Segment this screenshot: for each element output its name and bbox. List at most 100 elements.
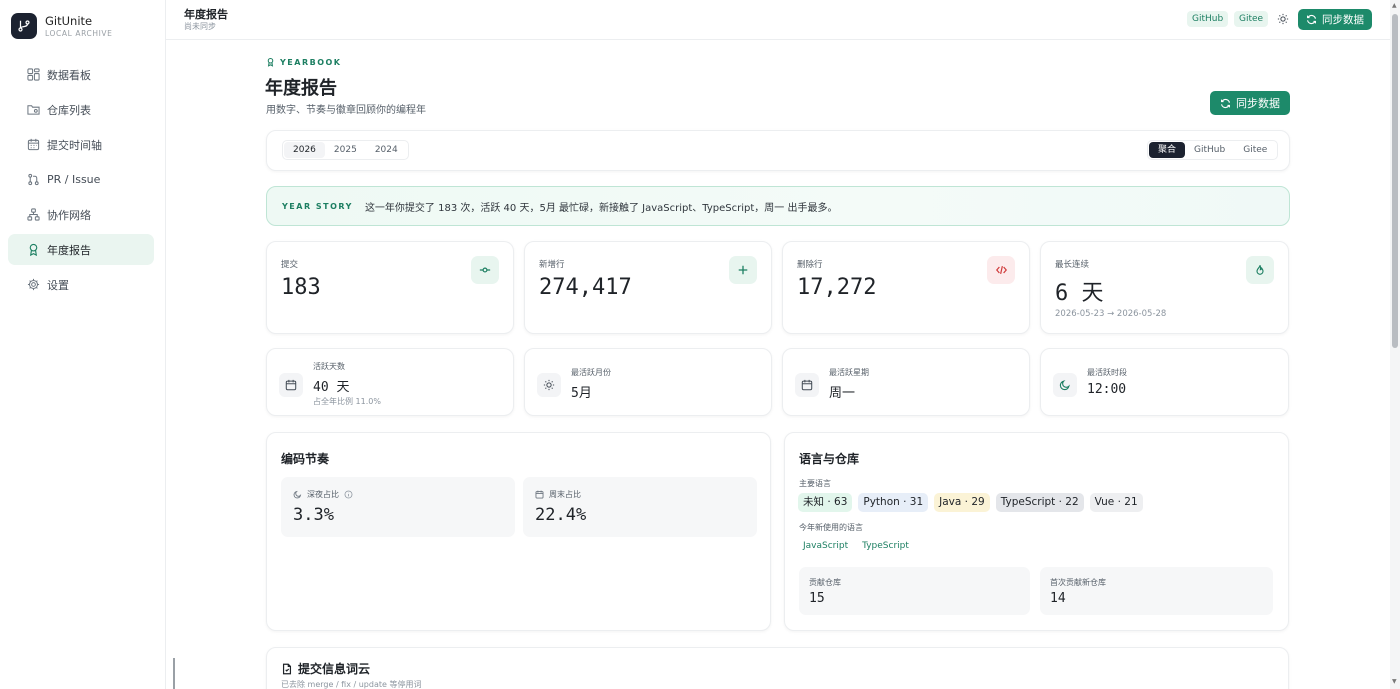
mini-stat-value: 12:00	[1087, 382, 1127, 397]
sync-button[interactable]: 同步数据	[1210, 91, 1290, 115]
source-option[interactable]: Gitee	[1234, 142, 1276, 158]
stat-card-streak: 最长连续 6 天 2026-05-23 → 2026-05-28	[1040, 241, 1289, 334]
plus-icon	[729, 256, 757, 284]
folder-icon	[26, 103, 40, 117]
info-icon[interactable]	[344, 490, 353, 499]
sidebar-item-label: 年度报告	[47, 243, 91, 257]
dashboard-icon	[26, 68, 40, 82]
calendar-icon	[279, 373, 303, 397]
repo-stat-value: 14	[1050, 591, 1066, 606]
app-subtitle: LOCAL ARCHIVE	[45, 28, 113, 38]
moon-icon	[293, 490, 302, 499]
language-chip: Java · 29	[934, 493, 990, 512]
mini-stat-value: 5月	[571, 386, 592, 401]
document-icon	[281, 663, 293, 675]
sidebar-scrollbar[interactable]	[173, 658, 175, 689]
git-branch-logo-icon	[11, 13, 37, 39]
repo-stat-value: 15	[809, 591, 825, 606]
section-title: 语言与仓库	[799, 452, 860, 466]
source-option[interactable]: 聚合	[1149, 142, 1186, 158]
year-option[interactable]: 2024	[366, 142, 407, 158]
metric-late-night: 深夜占比 3.3%	[281, 477, 515, 537]
stat-label: 提交	[281, 260, 299, 270]
mini-stat-label: 最活跃星期	[829, 368, 869, 377]
network-icon	[26, 208, 40, 222]
scroll-up-icon[interactable]: ▲	[1392, 2, 1397, 9]
sidebar-item-timeline[interactable]: 提交时间轴	[8, 129, 154, 160]
new-languages-list: JavaScript TypeScript	[798, 538, 914, 554]
mini-stat-foot: 占全年比例 11.0%	[313, 397, 381, 406]
refresh-icon	[1306, 14, 1317, 25]
sidebar-item-settings[interactable]: 设置	[8, 269, 154, 300]
award-icon	[26, 243, 40, 257]
sidebar-item-label: PR / Issue	[47, 173, 101, 186]
word-cloud-title-label: 提交信息词云	[298, 662, 371, 676]
stat-value: 17,272	[797, 275, 877, 300]
stat-label: 最长连续	[1055, 260, 1090, 270]
main-languages-list: 未知 · 63 Python · 31 Java · 29 TypeScript…	[798, 493, 1143, 512]
brand[interactable]: GitUnite LOCAL ARCHIVE	[11, 13, 112, 39]
topbar-sync-button[interactable]: 同步数据	[1298, 9, 1372, 30]
year-selector: 2026 2025 2024	[282, 140, 409, 160]
stat-card-commits: 提交 183	[266, 241, 514, 334]
section-title: 编码节奏	[281, 452, 330, 466]
stat-card-additions: 新增行 274,417	[524, 241, 772, 334]
page-scrollbar[interactable]: ▲ ▼	[1390, 0, 1400, 689]
sidebar-item-yearbook[interactable]: 年度报告	[8, 234, 154, 265]
mini-stat-label: 最活跃月份	[571, 368, 611, 377]
metric-value: 22.4%	[535, 505, 587, 525]
gitee-chip[interactable]: Gitee	[1234, 11, 1269, 27]
mini-stat-active-days: 活跃天数 40 天 占全年比例 11.0%	[266, 348, 514, 416]
story-tag: YEAR STORY	[282, 201, 353, 211]
gear-icon	[26, 278, 40, 292]
sync-label: 同步数据	[1236, 97, 1280, 110]
word-cloud-subtitle: 已去除 merge / fix / update 等停用词	[281, 680, 422, 689]
year-option[interactable]: 2026	[284, 142, 325, 158]
new-language-chip: TypeScript	[862, 541, 909, 551]
metric-value: 3.3%	[293, 505, 334, 525]
mini-stat-value: 40 天	[313, 380, 350, 395]
sidebar-item-pr-issue[interactable]: PR / Issue	[8, 164, 154, 195]
source-option[interactable]: GitHub	[1185, 142, 1234, 158]
mini-stat-label: 最活跃时段	[1087, 368, 1127, 377]
sync-status: 尚未同步	[184, 22, 216, 31]
scrollbar-thumb[interactable]	[1392, 14, 1398, 348]
scroll-down-icon[interactable]: ▼	[1392, 678, 1397, 685]
moon-icon	[1053, 373, 1077, 397]
sidebar-item-repos[interactable]: 仓库列表	[8, 94, 154, 125]
source-selector: 聚合 GitHub Gitee	[1147, 140, 1279, 160]
calendar-icon	[26, 138, 40, 152]
code-icon	[987, 256, 1015, 284]
topbar-title: 年度报告	[184, 8, 228, 21]
github-chip[interactable]: GitHub	[1187, 11, 1229, 27]
sidebar-item-network[interactable]: 协作网络	[8, 199, 154, 230]
story-text: 这一年你提交了 183 次，活跃 40 天，5月 最忙碌，新接触了 JavaSc…	[364, 202, 838, 214]
year-option[interactable]: 2025	[325, 142, 366, 158]
mini-stat-busiest-weekday: 最活跃星期 周一	[782, 348, 1030, 416]
main-languages-label: 主要语言	[799, 479, 831, 488]
new-language-chip: JavaScript	[803, 541, 849, 551]
stat-label: 删除行	[797, 260, 823, 270]
flame-icon	[1246, 256, 1274, 284]
page-title: 年度报告	[265, 78, 337, 99]
theme-toggle-sun-icon[interactable]	[1276, 12, 1290, 26]
year-story-banner: YEAR STORY 这一年你提交了 183 次，活跃 40 天，5月 最忙碌，…	[266, 186, 1290, 226]
new-languages-label: 今年新使用的语言	[799, 523, 863, 532]
yearbook-tag: YEARBOOK	[266, 57, 342, 67]
repo-stat-label: 首次贡献新仓库	[1050, 578, 1106, 587]
language-chip: 未知 · 63	[798, 493, 853, 512]
topbar: 年度报告 尚未同步 GitHub Gitee 同步数据	[166, 0, 1400, 40]
stat-value: 6 天	[1055, 281, 1104, 306]
metric-weekend: 周末占比 22.4%	[523, 477, 757, 537]
sync-label: 同步数据	[1322, 14, 1364, 26]
sidebar-item-dashboard[interactable]: 数据看板	[8, 59, 154, 90]
sidebar: GitUnite LOCAL ARCHIVE 数据看板 仓库列表 提交时间轴 P…	[0, 0, 175, 689]
stat-value: 183	[281, 275, 321, 300]
sidebar-item-label: 提交时间轴	[47, 138, 102, 152]
coding-rhythm-card: 编码节奏 深夜占比 3.3% 周末占比 22.4%	[266, 432, 771, 631]
app-name: GitUnite	[45, 13, 93, 28]
language-chip: Python · 31	[858, 493, 929, 512]
repo-stat-label: 贡献仓库	[809, 578, 841, 587]
sun-icon	[537, 373, 561, 397]
award-icon	[266, 57, 275, 67]
